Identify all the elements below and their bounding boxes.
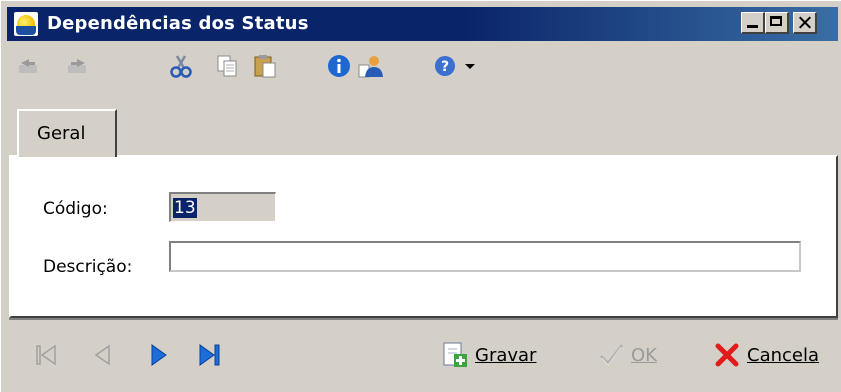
close-button[interactable] <box>793 12 817 34</box>
minimize-button[interactable] <box>741 12 765 34</box>
dropdown-arrow-icon[interactable] <box>461 53 479 79</box>
gravar-label: Gravar <box>475 344 537 366</box>
dialog-window: Dependências dos Status ? Geral Código: … <box>0 0 841 392</box>
descricao-label: Descrição: <box>43 257 133 277</box>
undo-disabled-icon[interactable] <box>15 53 43 79</box>
ok-button[interactable]: OK <box>597 340 657 370</box>
toolbar: ? <box>7 47 838 87</box>
save-doc-icon <box>443 342 467 367</box>
gravar-button[interactable]: Gravar <box>441 340 536 370</box>
red-x-icon <box>715 343 739 367</box>
paste-icon[interactable] <box>251 53 279 79</box>
help-icon[interactable]: ? <box>431 53 459 79</box>
bottom-bar: Gravar OK Cancela <box>7 331 838 385</box>
redo-disabled-icon[interactable] <box>63 53 91 79</box>
last-record-icon[interactable] <box>195 340 225 370</box>
descricao-field[interactable] <box>169 241 801 272</box>
svg-text:?: ? <box>441 59 449 75</box>
copy-icon[interactable] <box>213 53 241 79</box>
app-sun-icon[interactable] <box>13 11 39 37</box>
next-record-icon[interactable] <box>143 340 173 370</box>
cancela-button[interactable]: Cancela <box>713 340 819 370</box>
previous-record-icon[interactable] <box>89 340 119 370</box>
maximize-button[interactable] <box>765 12 789 34</box>
codigo-value: 13 <box>173 198 197 218</box>
check-icon <box>600 344 623 366</box>
info-icon[interactable] <box>325 53 353 79</box>
tab-geral[interactable]: Geral <box>17 109 117 157</box>
ok-label: OK <box>631 344 657 366</box>
cancela-label: Cancela <box>747 344 820 366</box>
user-doc-icon[interactable] <box>357 53 385 79</box>
tab-geral-label: Geral <box>37 123 86 144</box>
window-title: Dependências dos Status <box>47 13 309 34</box>
title-bar[interactable]: Dependências dos Status <box>7 7 838 41</box>
codigo-field[interactable]: 13 <box>169 192 276 222</box>
first-record-icon[interactable] <box>33 340 63 370</box>
codigo-label: Código: <box>43 199 108 219</box>
cut-icon[interactable] <box>167 53 195 79</box>
tab-panel-geral <box>9 155 838 318</box>
panel-shadow <box>9 318 838 320</box>
